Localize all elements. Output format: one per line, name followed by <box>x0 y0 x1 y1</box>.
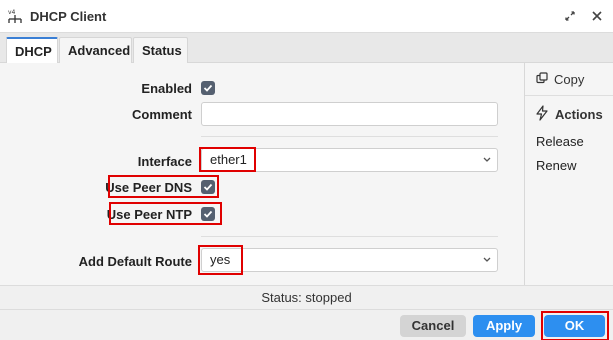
close-icon[interactable] <box>589 8 605 24</box>
enabled-checkbox[interactable] <box>201 81 215 95</box>
default-route-label: Add Default Route <box>78 254 192 269</box>
actions-header: Actions <box>534 105 603 124</box>
interface-highlight <box>199 147 256 172</box>
enabled-label: Enabled <box>141 81 192 96</box>
chevron-down-icon <box>483 153 491 169</box>
actions-label: Actions <box>555 107 603 122</box>
sidebar: Copy Actions Release Renew <box>524 63 613 285</box>
separator <box>201 136 498 137</box>
comment-label: Comment <box>132 107 192 122</box>
svg-text:v4: v4 <box>8 9 16 16</box>
network-v4-icon: v4 <box>6 7 24 25</box>
default-route-highlight <box>198 245 243 275</box>
cancel-button[interactable]: Cancel <box>400 315 466 337</box>
separator <box>525 95 613 96</box>
form-panel: Enabled Comment Interface ether1 Use Pee… <box>0 63 524 285</box>
window-title: DHCP Client <box>30 9 107 24</box>
tab-advanced[interactable]: Advanced <box>59 37 132 64</box>
lightning-icon <box>534 105 550 124</box>
apply-button[interactable]: Apply <box>473 315 535 337</box>
restore-icon[interactable] <box>562 8 578 24</box>
separator <box>201 236 498 237</box>
copy-button[interactable]: Copy <box>536 72 584 87</box>
tab-status[interactable]: Status <box>133 37 188 64</box>
chevron-down-icon <box>483 253 491 269</box>
comment-field[interactable] <box>201 102 498 126</box>
ok-highlight <box>541 311 609 340</box>
default-route-select[interactable]: yes <box>201 248 498 272</box>
footer: Cancel Apply OK <box>0 309 613 340</box>
interface-label: Interface <box>137 154 192 169</box>
copy-icon <box>536 72 548 87</box>
copy-label: Copy <box>554 72 585 87</box>
tab-bar: DHCP Advanced Status <box>0 33 613 64</box>
status-text: Status: stopped <box>261 290 352 305</box>
use-peer-ntp-highlight <box>109 202 222 225</box>
use-peer-dns-highlight <box>108 175 219 198</box>
release-button[interactable]: Release <box>536 134 584 149</box>
title-bar: v4 DHCP Client <box>0 0 613 33</box>
renew-button[interactable]: Renew <box>536 158 576 173</box>
tab-dhcp[interactable]: DHCP <box>6 37 58 64</box>
status-bar: Status: stopped <box>0 285 613 309</box>
